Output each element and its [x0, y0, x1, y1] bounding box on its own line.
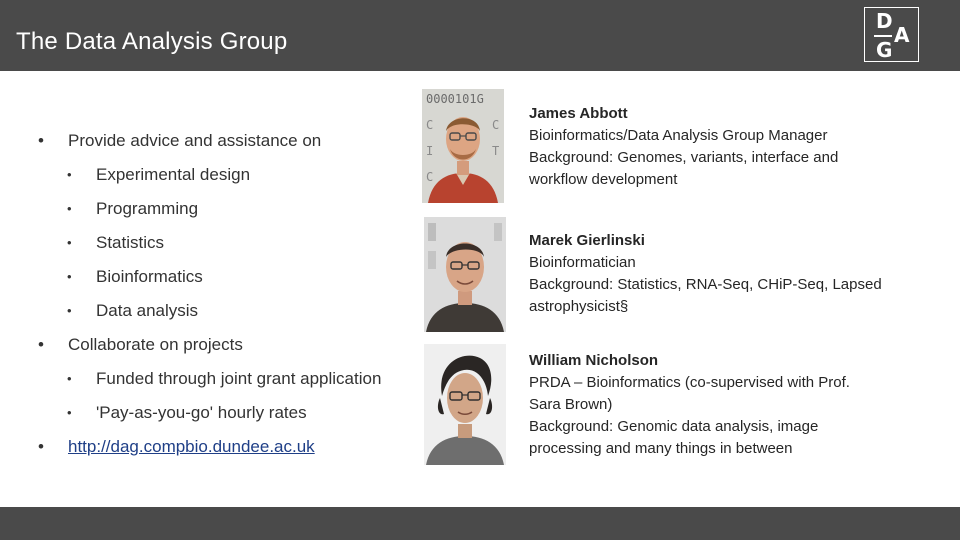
bullet-dot: •: [38, 437, 44, 456]
bio-line: Bioinformatics/Data Analysis Group Manag…: [529, 127, 828, 144]
bio-line: Background: Genomes, variants, interface…: [529, 149, 839, 166]
logo-letter-a: A: [894, 23, 910, 47]
bio-line: Background: Statistics, RNA-Seq, CHiP-Se…: [529, 276, 882, 293]
bullet-text: Programming: [96, 199, 199, 218]
footer-bar: [0, 507, 960, 540]
bullet-text: Data analysis: [96, 301, 199, 320]
portrait-james-abbott: 0000101G C I C C T: [422, 89, 504, 203]
bullet-dot: •: [38, 131, 44, 150]
bullet-text: Collaborate on projects: [68, 335, 243, 354]
person-name: William Nicholson: [529, 352, 659, 369]
bullet-text: Funded through joint grant application: [96, 369, 382, 388]
portrait-william-nicholson: [424, 344, 506, 465]
bullet-dot: •: [38, 335, 44, 354]
svg-text:T: T: [492, 144, 499, 158]
bullet-dot: •: [67, 167, 72, 182]
slide-title: The Data Analysis Group: [16, 28, 288, 55]
bio-marek-gierlinski: Marek Gierlinski Bioinformatician Backgr…: [529, 230, 909, 318]
photo-binary-text: 0000101G: [426, 92, 484, 106]
bio-line: PRDA – Bioinformatics (co-supervised wit…: [529, 374, 850, 391]
bio-line: processing and many things in between: [529, 440, 793, 457]
bio-line: Background: Genomic data analysis, image: [529, 418, 819, 435]
logo-letter-g: G: [876, 38, 893, 62]
svg-text:C: C: [426, 118, 433, 132]
logo-letter-d: D: [876, 9, 893, 33]
logo-rule: [874, 35, 892, 37]
bullet-text: Statistics: [96, 233, 165, 252]
bullet-dot: •: [67, 269, 72, 284]
bullet-text: Provide advice and assistance on: [68, 131, 322, 150]
bio-line: Bioinformatician: [529, 254, 636, 271]
svg-text:C: C: [426, 170, 433, 184]
bullet-dot: •: [67, 201, 72, 216]
bullet-text: Bioinformatics: [96, 267, 203, 286]
header-bar: The Data Analysis Group D A G: [0, 0, 960, 71]
svg-text:I: I: [426, 144, 433, 158]
person-name: Marek Gierlinski: [529, 232, 645, 249]
bullet-text: Experimental design: [96, 165, 251, 184]
bio-line: workflow development: [529, 171, 678, 188]
bullet-dot: •: [67, 405, 72, 420]
svg-text:C: C: [492, 118, 499, 132]
portrait-marek-gierlinski: [424, 217, 506, 332]
bullet-text: 'Pay-as-you-go' hourly rates: [96, 403, 307, 422]
bullet-dot: •: [67, 235, 72, 250]
person-name: James Abbott: [529, 105, 628, 122]
bullet-dot: •: [67, 371, 72, 386]
bio-line: astrophysicist§: [529, 298, 629, 315]
website-link[interactable]: http://dag.compbio.dundee.ac.uk: [68, 436, 315, 458]
bio-james-abbott: James Abbott Bioinformatics/Data Analysi…: [529, 103, 909, 191]
bio-line: Sara Brown): [529, 396, 613, 413]
bio-william-nicholson: William Nicholson PRDA – Bioinformatics …: [529, 350, 909, 460]
dag-logo: D A G: [864, 7, 919, 62]
bullet-dot: •: [67, 303, 72, 318]
